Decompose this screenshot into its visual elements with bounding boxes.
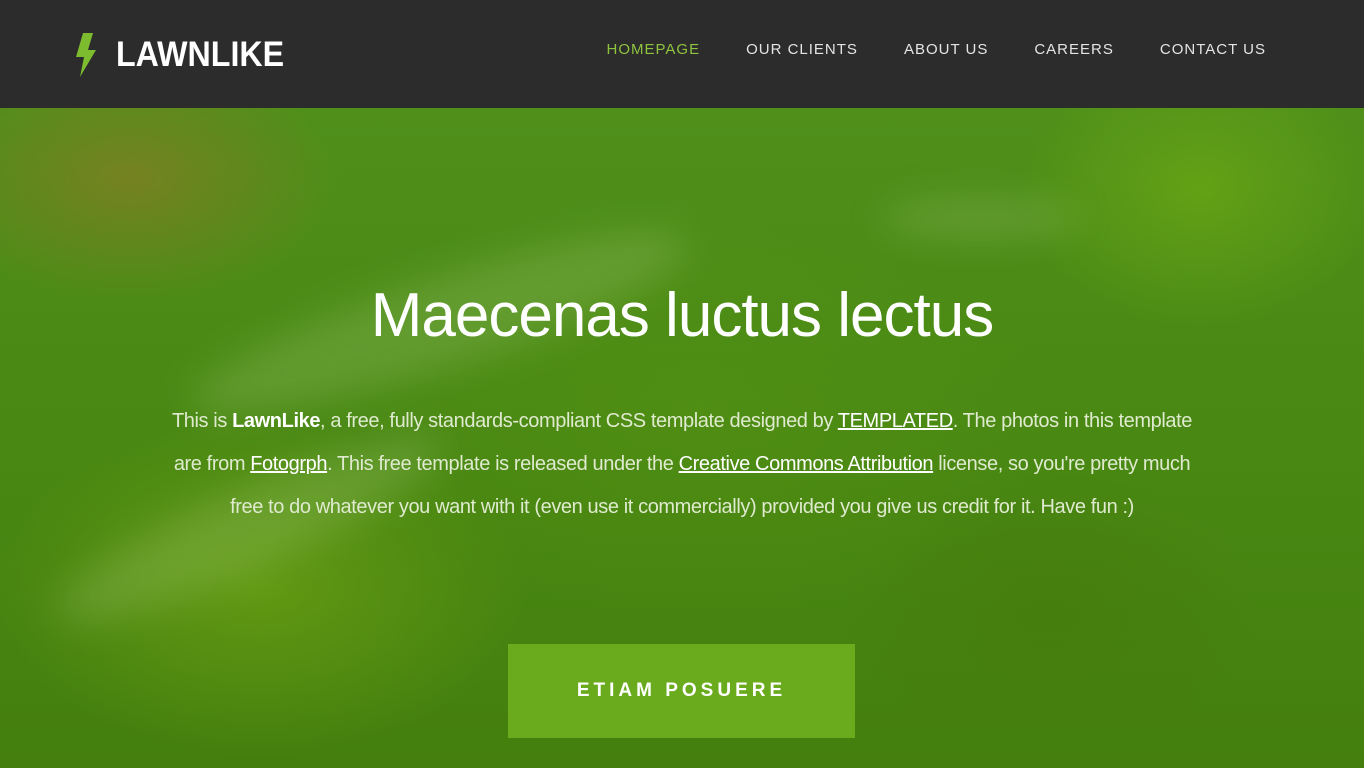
nav-item-careers[interactable]: CAREERS: [1034, 41, 1114, 58]
nav-item-our-clients[interactable]: OUR CLIENTS: [746, 41, 858, 58]
etiam-posuere-button[interactable]: ETIAM POSUERE: [508, 644, 855, 738]
brand-name: LAWNLIKE: [116, 35, 285, 74]
lightning-bolt-icon: [76, 33, 96, 77]
site-header: LAWNLIKE HOMEPAGE OUR CLIENTS ABOUT US C…: [0, 0, 1364, 108]
logo-link[interactable]: LAWNLIKE: [74, 32, 299, 78]
hero-brand-name: LawnLike: [232, 410, 321, 432]
background-blur: [880, 198, 1080, 238]
fotogrph-link[interactable]: Fotogrph: [250, 453, 327, 475]
templated-link[interactable]: TEMPLATED: [838, 410, 953, 432]
hero-title: Maecenas luctus lectus: [370, 281, 994, 350]
creative-commons-link[interactable]: Creative Commons Attribution: [679, 453, 934, 475]
nav-item-homepage[interactable]: HOMEPAGE: [607, 41, 701, 58]
hero-text-segment: This is: [171, 410, 233, 432]
hero-text-segment: . This free template is released under t…: [327, 453, 679, 475]
main-nav: HOMEPAGE OUR CLIENTS ABOUT US CAREERS CO…: [561, 38, 1267, 62]
nav-item-about-us[interactable]: ABOUT US: [904, 41, 988, 58]
nav-item-contact-us[interactable]: CONTACT US: [1160, 41, 1266, 58]
hero-description: This is LawnLike, a free, fully standard…: [170, 400, 1194, 529]
hero-banner: Maecenas luctus lectus This is LawnLike,…: [0, 108, 1364, 768]
hero-text-segment: , a free, fully standards-compliant CSS …: [320, 410, 838, 432]
